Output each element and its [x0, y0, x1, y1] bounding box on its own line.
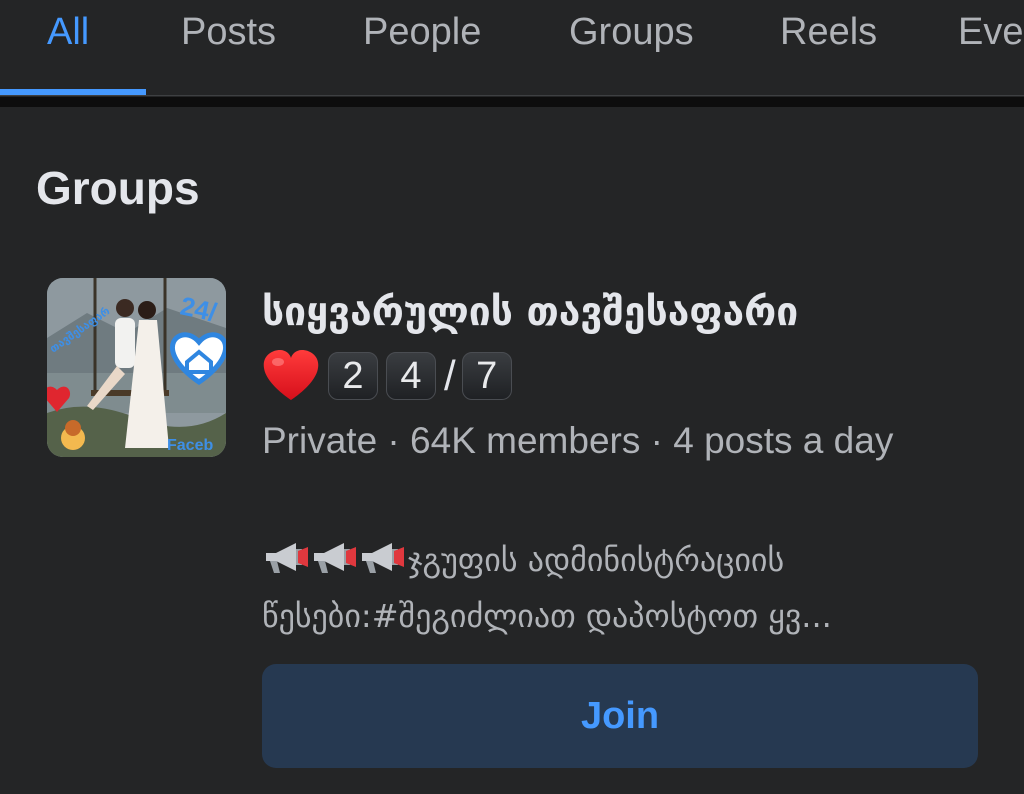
groups-section: Groups 24/ თავშესაფარ Faceb სიყვარულის თ…	[0, 107, 1024, 794]
join-button[interactable]: Join	[262, 664, 978, 768]
megaphone-icons	[262, 539, 406, 591]
group-thumbnail[interactable]: 24/ თავშესაფარ Faceb	[47, 278, 226, 457]
group-thumbnail-image: 24/ თავშესაფარ Faceb	[47, 278, 226, 457]
tab-posts[interactable]: Posts	[181, 10, 276, 54]
tab-bar-divider	[0, 95, 1024, 96]
tab-groups[interactable]: Groups	[569, 10, 694, 54]
tab-events[interactable]: Eve	[958, 10, 1023, 54]
tab-all[interactable]: All	[47, 10, 89, 54]
group-description: ჯგუფის ადმინისტრაციის წესები:#შეგიძლიათ …	[262, 535, 982, 641]
heart-icon	[263, 350, 319, 400]
keycap-digit-2: 2	[328, 352, 378, 400]
slash-separator: /	[444, 352, 456, 399]
group-name[interactable]: სიყვარულის თავშესაფარი	[262, 287, 992, 339]
tab-bar-shadow	[0, 97, 1024, 107]
section-title: Groups	[36, 162, 200, 214]
megaphone-icon	[266, 543, 404, 573]
tab-reels[interactable]: Reels	[780, 10, 877, 54]
svg-text:Faceb: Faceb	[167, 437, 213, 454]
search-tab-bar: All Posts People Groups Reels Eve	[0, 0, 1024, 96]
keycap-digit-4: 4	[386, 352, 436, 400]
tab-people[interactable]: People	[363, 10, 481, 54]
keycap-digit-7: 7	[461, 352, 512, 400]
group-name-emoji-row: 2 4 / 7	[262, 348, 520, 404]
group-meta: Private · 64K members · 4 posts a day	[262, 420, 894, 461]
